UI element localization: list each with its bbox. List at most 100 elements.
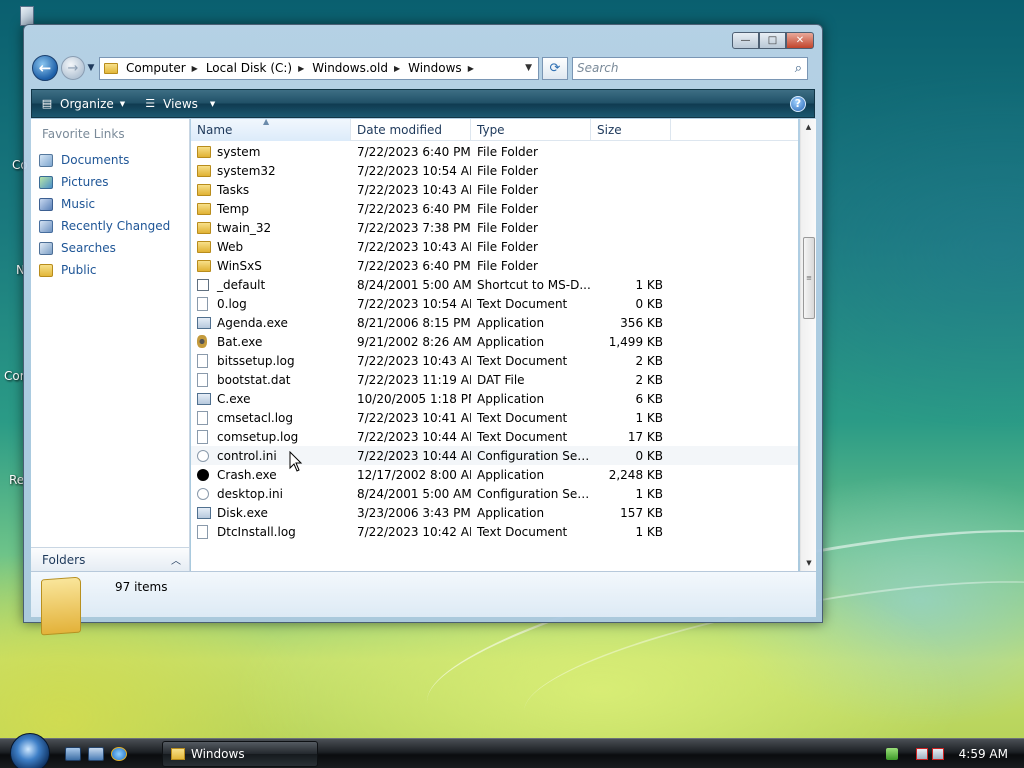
file-size: 1 KB: [635, 410, 663, 425]
safely-remove-icon[interactable]: [886, 748, 898, 760]
scroll-down-icon[interactable]: ▼: [801, 555, 817, 571]
file-row[interactable]: Crash.exe 12/17/2002 8:00 AM Application 2,…: [191, 465, 798, 484]
folder-icon: [197, 240, 211, 253]
switch-windows-icon[interactable]: [88, 747, 104, 761]
file-name-cell: Disk.exe: [191, 506, 351, 520]
file-row[interactable]: Tasks 7/22/2023 10:43 AM File Folder: [191, 180, 798, 199]
file-row[interactable]: bootstat.dat 7/22/2023 11:19 AM DAT File 2 …: [191, 370, 798, 389]
nav-link-searches[interactable]: Searches: [31, 237, 189, 259]
breadcrumb-computer[interactable]: Computer: [126, 61, 186, 75]
organize-button[interactable]: ▤ Organize ▼: [40, 97, 125, 111]
views-button[interactable]: ☰ Views ▼: [143, 97, 215, 111]
file-name-cell: 0.log: [191, 296, 351, 311]
back-button[interactable]: ←: [32, 55, 58, 81]
file-type: Application: [477, 334, 545, 349]
file-row[interactable]: desktop.ini 8/24/2001 5:00 AM Configuratio…: [191, 484, 798, 503]
file-name: 0.log: [217, 296, 247, 311]
taskbar-button-windows[interactable]: Windows: [162, 741, 318, 767]
nav-link-recently-changed[interactable]: Recently Changed: [31, 215, 189, 237]
file-type: Text Document: [477, 353, 568, 368]
file-row[interactable]: Web 7/22/2023 10:43 AM File Folder: [191, 237, 798, 256]
help-icon[interactable]: ?: [790, 95, 806, 112]
file-name-cell: desktop.ini: [191, 487, 351, 501]
close-button[interactable]: ✕: [786, 32, 814, 49]
search-input[interactable]: Search ⌕: [572, 56, 808, 80]
file-row[interactable]: Bat.exe 9/21/2002 8:26 AM Application 1,499…: [191, 332, 798, 351]
folders-label: Folders: [42, 552, 86, 567]
file-row[interactable]: cmsetacl.log 7/22/2023 10:41 AM Text Docum…: [191, 408, 798, 427]
nav-link-documents[interactable]: Documents: [31, 149, 189, 171]
search-icon[interactable]: ⌕: [795, 61, 802, 76]
file-row[interactable]: WinSxS 7/22/2023 6:40 PM File Folder: [191, 256, 798, 275]
address-bar[interactable]: Computer ▶ Local Disk (C:) ▶ Windows.old…: [99, 56, 539, 80]
folders-toggle[interactable]: Folders ︿: [31, 547, 190, 571]
recent-pages-dropdown[interactable]: ▼: [85, 63, 97, 73]
file-row[interactable]: comsetup.log 7/22/2023 10:44 AM Text Docum…: [191, 427, 798, 446]
folder-icon: [104, 62, 118, 74]
file-row[interactable]: Disk.exe 3/23/2006 3:43 PM Application 157 …: [191, 503, 798, 522]
column-header-size[interactable]: Size: [591, 119, 671, 141]
desktop-icon[interactable]: [20, 6, 34, 26]
file-date: 10/20/2005 1:18 PM: [357, 391, 471, 406]
desktop-icon-label[interactable]: Re: [9, 473, 24, 487]
nav-link-label: Recently Changed: [61, 219, 171, 233]
file-name-cell: bitssetup.log: [191, 353, 351, 368]
network-icon[interactable]: [916, 748, 928, 760]
file-date: 8/21/2006 8:15 PM: [357, 315, 471, 330]
chevron-down-icon: ▼: [209, 99, 216, 108]
file-name-cell: twain_32: [191, 221, 351, 235]
nav-link-public[interactable]: Public: [31, 259, 189, 281]
file-name: Web: [217, 239, 244, 254]
desktop-icon-label[interactable]: Cor: [4, 369, 25, 383]
file-row[interactable]: system32 7/22/2023 10:54 AM File Folder: [191, 161, 798, 180]
file-rows: system 7/22/2023 6:40 PM File Folder system…: [191, 141, 798, 541]
file-date: 7/22/2023 10:43 AM: [357, 239, 471, 254]
file-row[interactable]: DtcInstall.log 7/22/2023 10:42 AM Text Doc…: [191, 522, 798, 541]
column-header-date[interactable]: Date modified: [351, 119, 471, 141]
breadcrumb-separator-icon[interactable]: ▶: [298, 64, 304, 73]
scroll-up-icon[interactable]: ▲: [801, 119, 816, 135]
breadcrumb-local-disk[interactable]: Local Disk (C:): [206, 61, 292, 75]
file-name: C.exe: [217, 391, 251, 406]
vertical-scrollbar[interactable]: ▲ ≡ ▼: [800, 119, 816, 571]
volume-muted-icon[interactable]: [932, 748, 944, 760]
column-header-name[interactable]: ▲ Name: [191, 119, 351, 141]
address-dropdown-icon[interactable]: ▼: [525, 63, 532, 73]
breadcrumb-separator-icon[interactable]: ▶: [192, 64, 198, 73]
nav-link-pictures[interactable]: Pictures: [31, 171, 189, 193]
file-name: bitssetup.log: [217, 353, 295, 368]
forward-button[interactable]: →: [61, 56, 85, 80]
nav-link-music[interactable]: Music: [31, 193, 189, 215]
breadcrumb-separator-icon[interactable]: ▶: [468, 64, 474, 73]
start-button[interactable]: [10, 733, 50, 768]
breadcrumb-windows[interactable]: Windows: [408, 61, 462, 75]
column-header-row: ▲ Name Date modified Type Size: [191, 119, 798, 141]
folder-icon: [197, 164, 211, 177]
file-row[interactable]: Temp 7/22/2023 6:40 PM File Folder: [191, 199, 798, 218]
file-date: 7/22/2023 7:38 PM: [357, 220, 471, 235]
breadcrumb-windows-old[interactable]: Windows.old: [312, 61, 388, 75]
file-size: 1 KB: [635, 486, 663, 501]
column-header-label: Name: [197, 123, 233, 137]
scrollbar-thumb[interactable]: ≡: [803, 237, 815, 319]
file-row[interactable]: bitssetup.log 7/22/2023 10:43 AM Text Docu…: [191, 351, 798, 370]
breadcrumb-separator-icon[interactable]: ▶: [394, 64, 400, 73]
column-header-type[interactable]: Type: [471, 119, 591, 141]
file-row[interactable]: control.ini 7/22/2023 10:44 AM Configurati…: [191, 446, 798, 465]
internet-explorer-icon[interactable]: [111, 747, 127, 761]
file-date: 7/22/2023 10:43 AM: [357, 182, 471, 197]
file-row[interactable]: Agenda.exe 8/21/2006 8:15 PM Application 35…: [191, 313, 798, 332]
refresh-button[interactable]: ⟳: [542, 56, 568, 80]
minimize-button[interactable]: —: [732, 32, 759, 49]
file-row[interactable]: system 7/22/2023 6:40 PM File Folder: [191, 142, 798, 161]
clock[interactable]: 4:59 AM: [959, 747, 1008, 761]
nav-link-label: Public: [61, 263, 97, 277]
file-row[interactable]: _default 8/24/2001 5:00 AM Shortcut to MS-…: [191, 275, 798, 294]
file-row[interactable]: twain_32 7/22/2023 7:38 PM File Folder: [191, 218, 798, 237]
file-type: File Folder: [477, 220, 538, 235]
file-row[interactable]: 0.log 7/22/2023 10:54 AM Text Document 0 KB: [191, 294, 798, 313]
file-row[interactable]: C.exe 10/20/2005 1:18 PM Application 6 KB: [191, 389, 798, 408]
show-desktop-icon[interactable]: [65, 747, 81, 761]
maximize-button[interactable]: □: [759, 32, 786, 49]
folder-icon: [171, 748, 185, 760]
